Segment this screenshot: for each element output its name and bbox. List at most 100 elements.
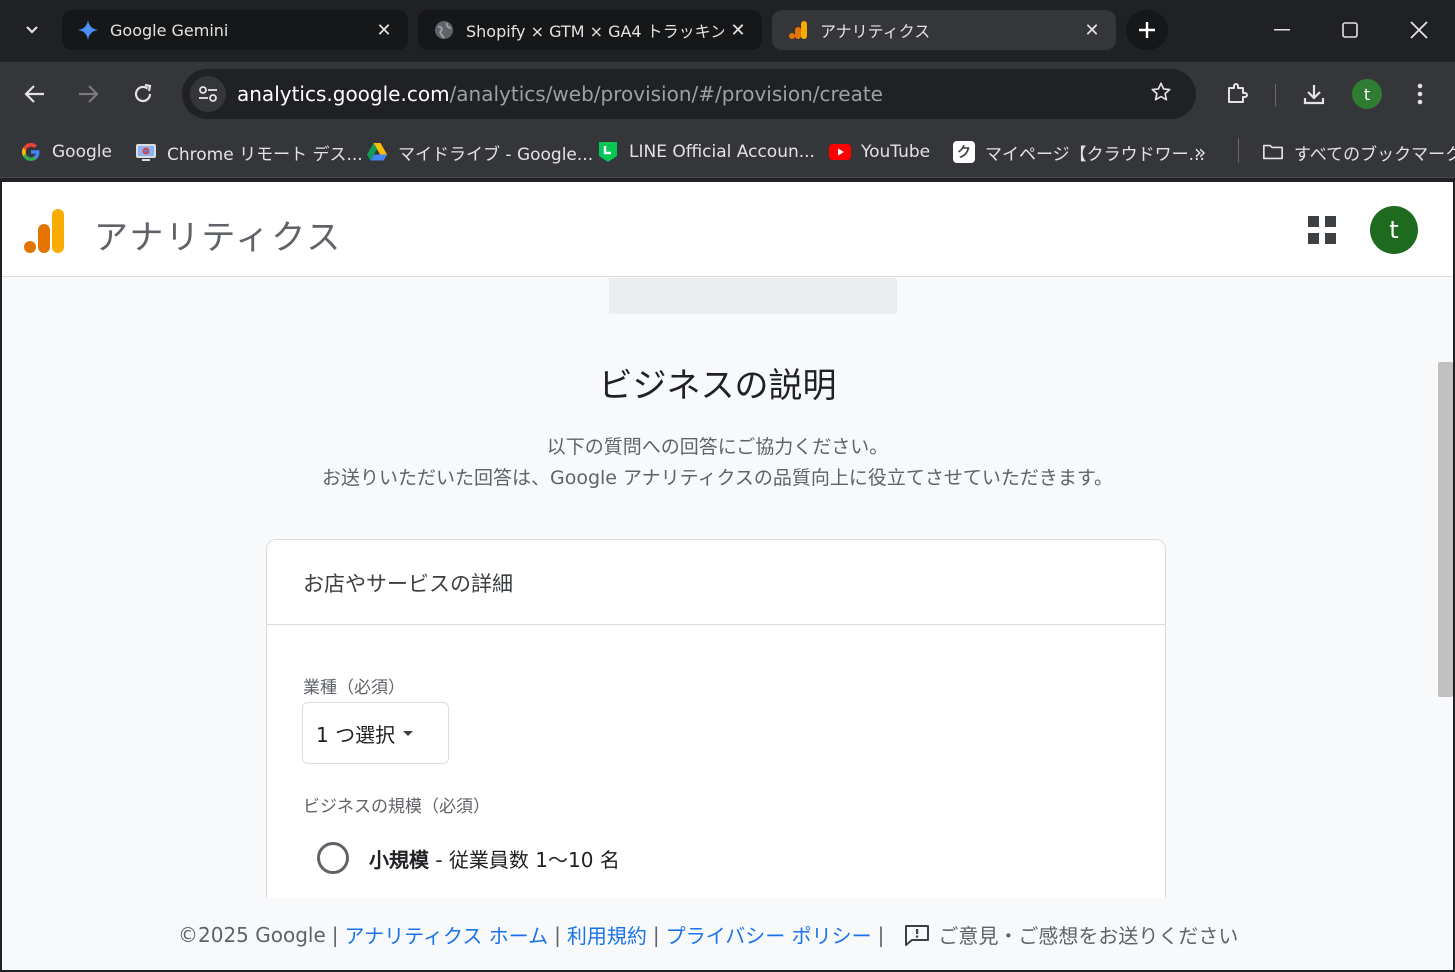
bookmark-line[interactable]: LINE Official Accoun...	[597, 138, 815, 166]
minimize-icon	[1274, 29, 1290, 31]
radio-button[interactable]	[317, 842, 349, 874]
page-content: アナリティクス t ビジネスの説明 以下の質問への回答にご協力ください。 お送り…	[2, 182, 1453, 970]
tab-analytics[interactable]: アナリティクス ✕	[772, 10, 1116, 50]
more-vert-icon	[1417, 83, 1423, 105]
arrow-left-icon	[24, 85, 44, 103]
back-button[interactable]	[15, 74, 55, 114]
globe-icon	[434, 20, 454, 40]
plus-icon	[1139, 22, 1155, 38]
reload-icon	[134, 83, 152, 103]
tab-search-button[interactable]	[12, 12, 52, 48]
apps-grid-icon[interactable]	[1308, 216, 1336, 244]
user-initial: t	[1389, 216, 1399, 244]
close-icon[interactable]: ✕	[370, 16, 398, 44]
toolbar-divider	[1275, 84, 1276, 106]
download-icon	[1303, 85, 1325, 105]
feedback-link[interactable]: ご意見・ご感想をお送りください	[938, 920, 1238, 949]
footer-link-home[interactable]: アナリティクス ホーム	[345, 920, 549, 949]
page-title: ビジネスの説明	[598, 366, 837, 406]
footer-separator: |	[877, 922, 885, 947]
bookmark-crowdworks[interactable]: ク マイページ【クラウドワー...	[953, 138, 1205, 166]
new-tab-button[interactable]	[1126, 10, 1168, 50]
chevron-down-icon	[26, 26, 38, 34]
maximize-icon	[1342, 22, 1358, 38]
bookmarks-divider	[1238, 138, 1239, 162]
footer-link-privacy[interactable]: プライバシー ポリシー	[666, 920, 872, 949]
footer-copyright: ©2025 Google	[178, 922, 326, 947]
radio-label-detail: - 従業員数 1〜10 名	[429, 847, 620, 872]
google-icon	[20, 141, 42, 163]
footer-separator: |	[554, 922, 561, 947]
bookmark-label: マイドライブ - Google...	[398, 144, 594, 165]
industry-label: 業種（必須）	[303, 678, 405, 698]
tab-shopify[interactable]: Shopify × GTM × GA4 トラッキン ✕	[418, 10, 762, 50]
tab-title: アナリティクス	[820, 22, 931, 41]
profile-initial: t	[1363, 84, 1371, 104]
url-path: /analytics/web/provision/#/provision/cre…	[449, 82, 883, 106]
bookmark-label: すべてのブックマーク	[1294, 144, 1455, 165]
arrow-right-icon	[79, 85, 99, 103]
url-text[interactable]: analytics.google.com/analytics/web/provi…	[237, 82, 883, 106]
radio-label-bold: 小規模	[369, 847, 429, 872]
caret-down-icon	[403, 730, 414, 736]
bookmark-label: Chrome リモート デス...	[167, 144, 363, 165]
bookmark-youtube[interactable]: YouTube	[829, 138, 930, 166]
tab-strip: Google Gemini ✕ Shopify × GTM × GA4 トラッキ…	[0, 0, 1455, 62]
description-line-2: お送りいただいた回答は、Google アナリティクスの品質向上に役立てさせていた…	[321, 467, 1114, 489]
reload-button[interactable]	[123, 74, 163, 114]
progress-stepper	[609, 278, 897, 314]
footer-link-terms[interactable]: 利用規約	[567, 920, 647, 949]
bookmark-google[interactable]: Google	[20, 138, 112, 166]
profile-avatar[interactable]: t	[1352, 79, 1382, 109]
business-size-option-small[interactable]: 小規模 - 従業員数 1〜10 名	[317, 842, 620, 874]
drive-icon	[366, 141, 388, 163]
page-footer: ©2025 Google | アナリティクス ホーム | 利用規約 | プライバ…	[2, 898, 1453, 970]
footer-separator: |	[652, 922, 660, 947]
browser-toolbar: analytics.google.com/analytics/web/provi…	[0, 62, 1455, 128]
app-title: アナリティクス	[94, 218, 343, 258]
menu-button[interactable]	[1400, 74, 1440, 114]
maximize-button[interactable]	[1330, 12, 1370, 48]
folder-icon	[1262, 141, 1284, 163]
downloads-button[interactable]	[1294, 74, 1334, 114]
business-size-label: ビジネスの規模（必須）	[303, 797, 490, 817]
forward-button[interactable]	[68, 74, 108, 114]
tab-gemini[interactable]: Google Gemini ✕	[62, 10, 408, 50]
line-icon	[597, 141, 619, 163]
feedback-icon[interactable]	[904, 924, 930, 946]
crowdworks-icon: ク	[953, 141, 975, 163]
analytics-logo-icon[interactable]	[24, 208, 66, 258]
gemini-icon	[78, 20, 98, 40]
bookmark-drive[interactable]: マイドライブ - Google...	[366, 138, 593, 166]
close-icon[interactable]: ✕	[724, 16, 752, 44]
tab-title: Google Gemini	[110, 20, 229, 40]
analytics-icon	[788, 20, 808, 40]
radio-label: 小規模 - 従業員数 1〜10 名	[369, 844, 620, 873]
footer-separator: |	[331, 922, 339, 947]
youtube-icon	[829, 141, 851, 163]
bookmarks-bar: Google Chrome リモート デス... マイドライブ - Google…	[0, 128, 1455, 178]
bookmark-label: YouTube	[861, 142, 931, 162]
close-window-button[interactable]	[1399, 12, 1439, 48]
bookmarks-overflow-button[interactable]: »	[1194, 138, 1206, 166]
minimize-button[interactable]	[1262, 12, 1302, 48]
extensions-button[interactable]	[1217, 74, 1257, 114]
chrome-remote-icon	[135, 141, 157, 163]
industry-select[interactable]: 1 つ選択	[302, 702, 449, 764]
chevron-double-right-icon: »	[1194, 140, 1207, 164]
bookmark-chrome-remote[interactable]: Chrome リモート デス...	[135, 138, 363, 166]
all-bookmarks-button[interactable]: すべてのブックマーク	[1262, 138, 1455, 166]
industry-select-value: 1 つ選択	[316, 722, 396, 747]
user-avatar[interactable]: t	[1370, 206, 1418, 254]
url-host: analytics.google.com	[237, 82, 450, 106]
app-header: アナリティクス t	[2, 182, 1453, 277]
card-title: お店やサービスの詳細	[303, 572, 513, 596]
card-header: お店やサービスの詳細	[267, 540, 1165, 625]
close-icon[interactable]: ✕	[1078, 16, 1106, 44]
bookmark-label: Google	[52, 142, 112, 162]
page-description: 以下の質問への回答にご協力ください。 お送りいただいた回答は、Google アナ…	[2, 432, 1433, 494]
page-scrollbar[interactable]	[1438, 362, 1453, 697]
bookmark-star-icon[interactable]	[1150, 81, 1172, 109]
site-settings-icon[interactable]	[190, 76, 226, 112]
address-bar[interactable]: analytics.google.com/analytics/web/provi…	[182, 69, 1196, 119]
